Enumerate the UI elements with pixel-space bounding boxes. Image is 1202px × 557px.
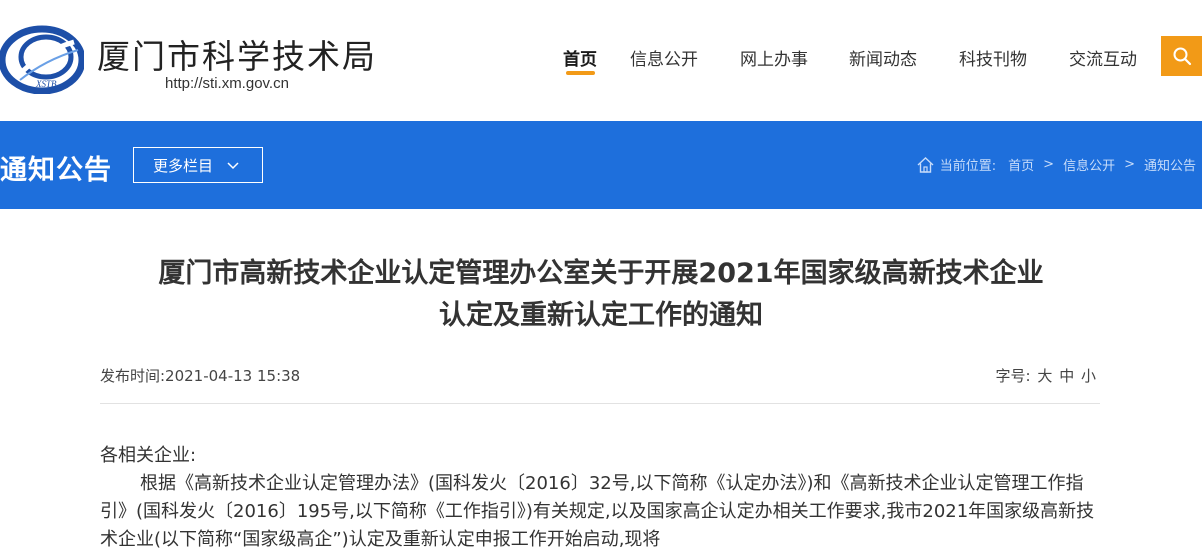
nav-item-info-disclosure[interactable]: 信息公开 <box>630 45 698 70</box>
font-size-control: 字号: 大 中 小 <box>996 365 1096 386</box>
body-paragraph: 根据《高新技术企业认定管理办法》(国科发火〔2016〕32号,以下简称《认定办法… <box>100 473 1095 550</box>
salutation: 各相关企业: <box>100 445 197 466</box>
font-size-medium-button[interactable]: 中 <box>1059 367 1074 385</box>
font-size-large-button[interactable]: 大 <box>1037 367 1052 385</box>
article-title-line: 认定及重新认定工作的通知 <box>439 300 763 331</box>
breadcrumb-info-disclosure[interactable]: 信息公开 <box>1063 155 1115 174</box>
breadcrumb-separator: > <box>1124 157 1135 172</box>
section-banner: 通知公告 更多栏目 当前位置: 首页 > 信息公开 > 通知公告 <box>0 121 1202 209</box>
article-body: 各相关企业: 根据《高新技术企业认定管理办法》(国科发火〔2016〕32号,以下… <box>100 442 1100 554</box>
article-meta: 发布时间:2021-04-13 15:38 字号: 大 中 小 <box>100 365 1100 385</box>
breadcrumb-separator: > <box>1043 157 1055 172</box>
breadcrumb-home[interactable]: 首页 <box>1008 155 1034 174</box>
site-header: XSTB 厦门市科学技术局 http://sti.xm.gov.cn 首页 信息… <box>0 0 1202 121</box>
article-container: 厦门市高新技术企业认定管理办公室关于开展2021年国家级高新技术企业 认定及重新… <box>0 209 1202 557</box>
search-icon <box>1173 47 1191 66</box>
breadcrumb: 当前位置: 首页 > 信息公开 > 通知公告 <box>917 155 1196 174</box>
section-title: 通知公告 <box>0 155 112 186</box>
nav-item-news[interactable]: 新闻动态 <box>849 45 917 70</box>
nav-item-home[interactable]: 首页 <box>563 45 597 70</box>
nav-item-publications[interactable]: 科技刊物 <box>959 45 1027 70</box>
nav-active-indicator <box>566 71 595 75</box>
font-size-small-button[interactable]: 小 <box>1081 367 1096 385</box>
more-columns-label: 更多栏目 <box>153 156 214 175</box>
nav-item-online-services[interactable]: 网上办事 <box>740 45 808 70</box>
font-size-label: 字号: <box>995 367 1031 385</box>
main-nav: 首页 信息公开 网上办事 新闻动态 科技刊物 交流互动 <box>0 45 1202 85</box>
more-columns-button[interactable]: 更多栏目 <box>133 147 263 183</box>
article-title: 厦门市高新技术企业认定管理办公室关于开展2021年国家级高新技术企业 认定及重新… <box>100 253 1102 337</box>
divider <box>100 403 1100 404</box>
nav-item-interaction[interactable]: 交流互动 <box>1069 45 1137 70</box>
search-button[interactable] <box>1161 36 1202 76</box>
breadcrumb-notices[interactable]: 通知公告 <box>1144 155 1196 174</box>
publish-time: 发布时间:2021-04-13 15:38 <box>100 367 301 385</box>
breadcrumb-prefix: 当前位置: <box>939 159 997 174</box>
home-icon <box>917 156 934 173</box>
chevron-down-icon <box>227 156 239 174</box>
article-title-line: 厦门市高新技术企业认定管理办公室关于开展2021年国家级高新技术企业 <box>158 258 1044 289</box>
